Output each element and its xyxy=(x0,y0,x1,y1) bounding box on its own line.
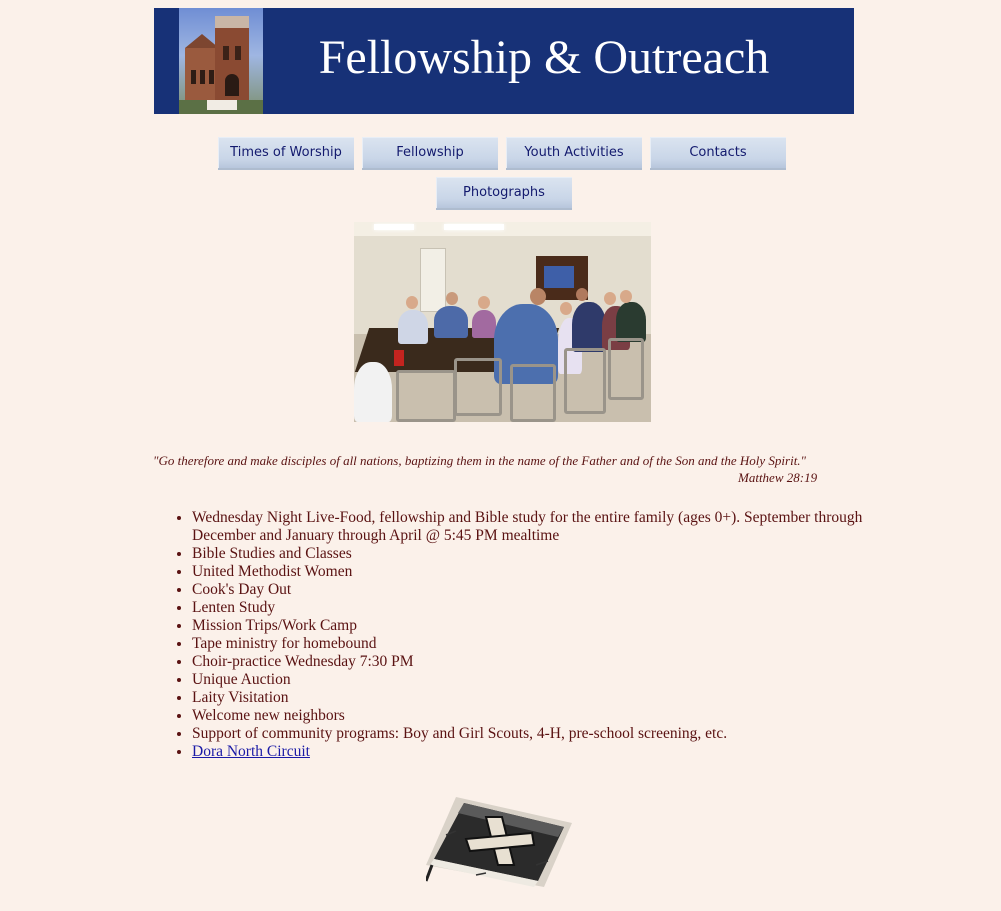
nav-photographs[interactable]: Photographs xyxy=(436,177,572,210)
list-item: Tape ministry for homebound xyxy=(192,635,872,653)
dora-north-circuit-link[interactable]: Dora North Circuit xyxy=(192,743,310,760)
list-item: Support of community programs: Boy and G… xyxy=(192,725,872,743)
church-tower xyxy=(215,16,249,102)
list-item: Lenten Study xyxy=(192,599,872,617)
scripture-quote: "Go therefore and make disciples of all … xyxy=(153,453,807,468)
page-title: Fellowship & Outreach xyxy=(318,31,770,84)
church-building-photo xyxy=(179,8,263,114)
list-item-link: Dora North Circuit xyxy=(192,743,872,761)
activities-list: Wednesday Night Live-Food, fellowship an… xyxy=(172,509,872,761)
list-item: Cook's Day Out xyxy=(192,581,872,599)
list-item: Bible Studies and Classes xyxy=(192,545,872,563)
fellowship-group-photo xyxy=(354,222,651,422)
nav-times-of-worship[interactable]: Times of Worship xyxy=(218,137,354,170)
list-item: Wednesday Night Live-Food, fellowship an… xyxy=(192,509,872,545)
header-banner: Fellowship & Outreach xyxy=(154,8,854,114)
bible-with-cross-icon xyxy=(426,797,572,887)
scripture-reference: Matthew 28:19 xyxy=(738,470,818,485)
list-item: Welcome new neighbors xyxy=(192,707,872,725)
nav-contacts[interactable]: Contacts xyxy=(650,137,786,170)
nav-fellowship[interactable]: Fellowship xyxy=(362,137,498,170)
list-item: Choir-practice Wednesday 7:30 PM xyxy=(192,653,872,671)
list-item: Mission Trips/Work Camp xyxy=(192,617,872,635)
list-item: Laity Visitation xyxy=(192,689,872,707)
nav-youth-activities[interactable]: Youth Activities xyxy=(506,137,642,170)
list-item: Unique Auction xyxy=(192,671,872,689)
church-nave xyxy=(185,34,219,102)
list-item: United Methodist Women xyxy=(192,563,872,581)
